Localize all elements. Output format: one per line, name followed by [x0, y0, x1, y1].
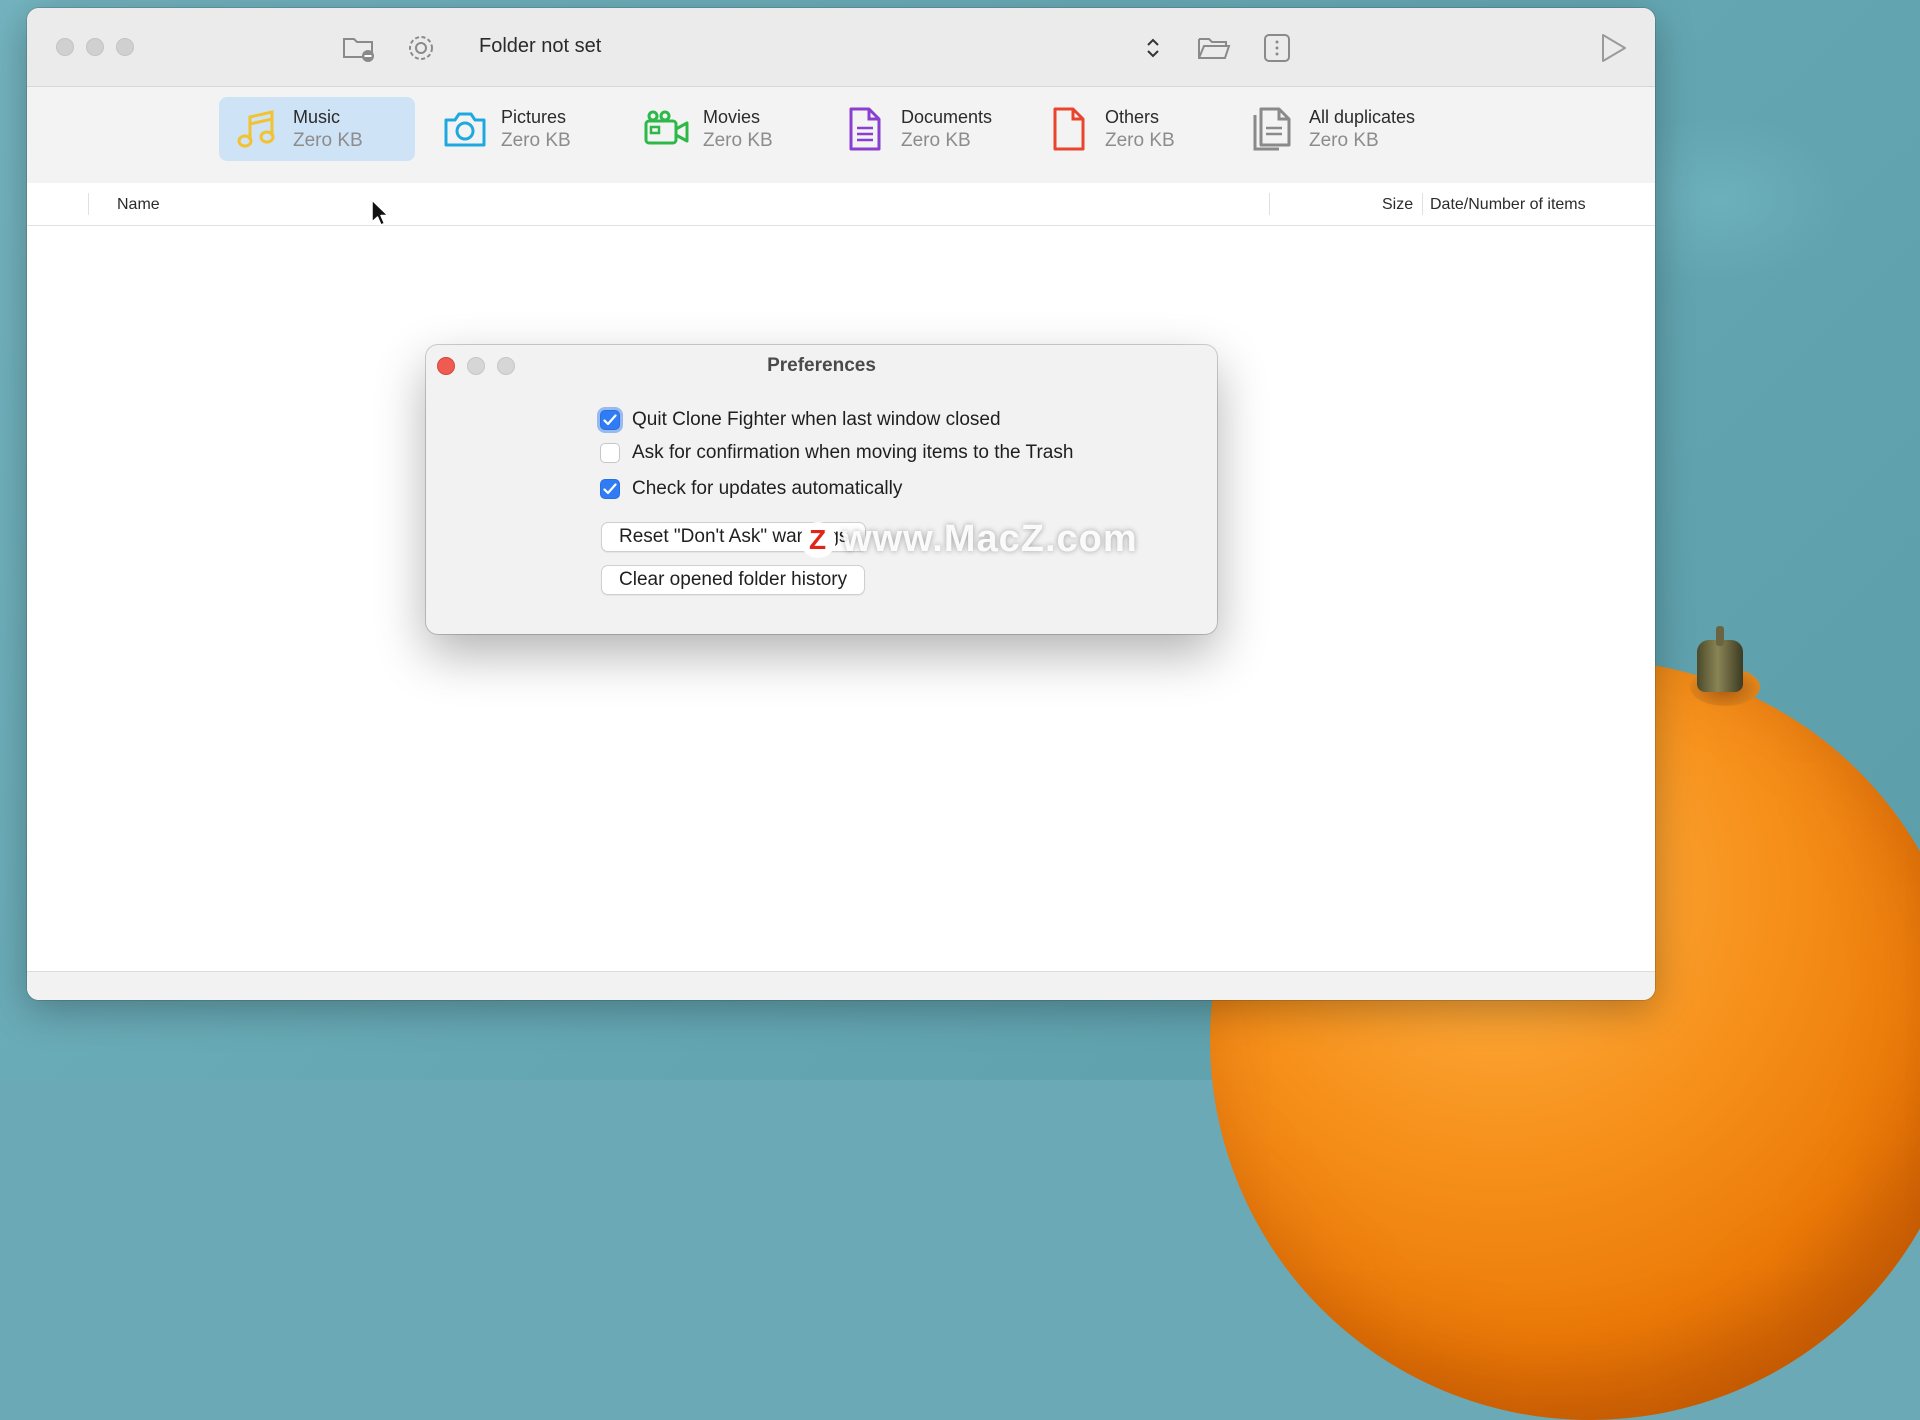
checkbox-checked[interactable] — [600, 479, 620, 499]
play-scan-icon[interactable] — [1595, 30, 1631, 66]
category-size: Zero KB — [1309, 130, 1379, 151]
camera-icon — [441, 105, 489, 153]
folder-path-title[interactable]: Folder not set — [479, 35, 601, 58]
window-minimize-button[interactable] — [86, 38, 104, 56]
category-size: Zero KB — [501, 130, 571, 151]
column-divider — [1269, 193, 1270, 215]
option-label: Ask for confirmation when moving items t… — [632, 442, 1074, 463]
orange-stem-tip — [1716, 626, 1724, 646]
column-header-date[interactable]: Date/Number of items — [1430, 196, 1586, 214]
category-size: Zero KB — [293, 130, 363, 151]
watermark: Z www.MacZ.com — [800, 518, 1138, 561]
category-size: Zero KB — [901, 130, 971, 151]
toolbar: Folder not set — [27, 8, 1655, 87]
preferences-dialog: Preferences Quit Clone Fighter when last… — [426, 345, 1217, 634]
open-folder-icon[interactable] — [1196, 30, 1232, 66]
remove-folder-icon[interactable] — [341, 30, 377, 66]
gear-icon[interactable] — [403, 30, 439, 66]
category-label: Others — [1105, 107, 1160, 127]
file-icon — [1045, 105, 1093, 153]
option-label: Check for updates automatically — [632, 478, 903, 499]
category-music[interactable]: Music Zero KB — [219, 97, 415, 161]
category-label: Movies — [703, 107, 761, 127]
category-label: Music — [293, 107, 341, 127]
orange-stem — [1697, 640, 1743, 692]
checkbox-checked[interactable] — [600, 410, 620, 430]
option-label: Quit Clone Fighter when last window clos… — [632, 409, 1001, 430]
category-movies[interactable]: Movies Zero KB — [629, 97, 819, 161]
category-others[interactable]: Others Zero KB — [1031, 97, 1221, 161]
status-bar — [27, 971, 1655, 1000]
window-zoom-button[interactable] — [116, 38, 134, 56]
watermark-text: www.MacZ.com — [842, 518, 1138, 560]
option-confirm-trash[interactable]: Ask for confirmation when moving items t… — [600, 440, 1073, 466]
watermark-logo-icon: Z — [800, 521, 836, 558]
window-close-button[interactable] — [56, 38, 74, 56]
video-camera-icon — [643, 105, 691, 153]
column-divider — [88, 193, 89, 215]
music-note-icon — [233, 105, 281, 153]
category-size: Zero KB — [1105, 130, 1175, 151]
document-icon — [841, 105, 889, 153]
option-quit-on-close[interactable]: Quit Clone Fighter when last window clos… — [600, 407, 1001, 433]
sidebar-toggle-icon[interactable] — [1259, 30, 1295, 66]
category-label: Pictures — [501, 107, 567, 127]
category-documents[interactable]: Documents Zero KB — [827, 97, 1027, 161]
category-all-duplicates[interactable]: All duplicates Zero KB — [1235, 97, 1455, 161]
category-label: All duplicates — [1309, 107, 1416, 127]
category-pictures[interactable]: Pictures Zero KB — [427, 97, 617, 161]
mouse-cursor-icon — [371, 199, 389, 226]
category-label: Documents — [901, 107, 993, 127]
chevron-up-down-icon[interactable] — [1135, 30, 1171, 66]
duplicates-icon — [1249, 105, 1297, 153]
column-divider — [1422, 193, 1423, 215]
clear-folder-history-button[interactable]: Clear opened folder history — [601, 565, 866, 595]
checkbox-unchecked[interactable] — [600, 443, 620, 463]
column-header-name[interactable]: Name — [117, 196, 160, 214]
dialog-title: Preferences — [767, 355, 876, 376]
column-header-size[interactable]: Size — [1382, 196, 1413, 214]
option-check-updates[interactable]: Check for updates automatically — [600, 476, 902, 502]
category-size: Zero KB — [703, 130, 773, 151]
table-header: Name Size Date/Number of items — [27, 183, 1655, 226]
